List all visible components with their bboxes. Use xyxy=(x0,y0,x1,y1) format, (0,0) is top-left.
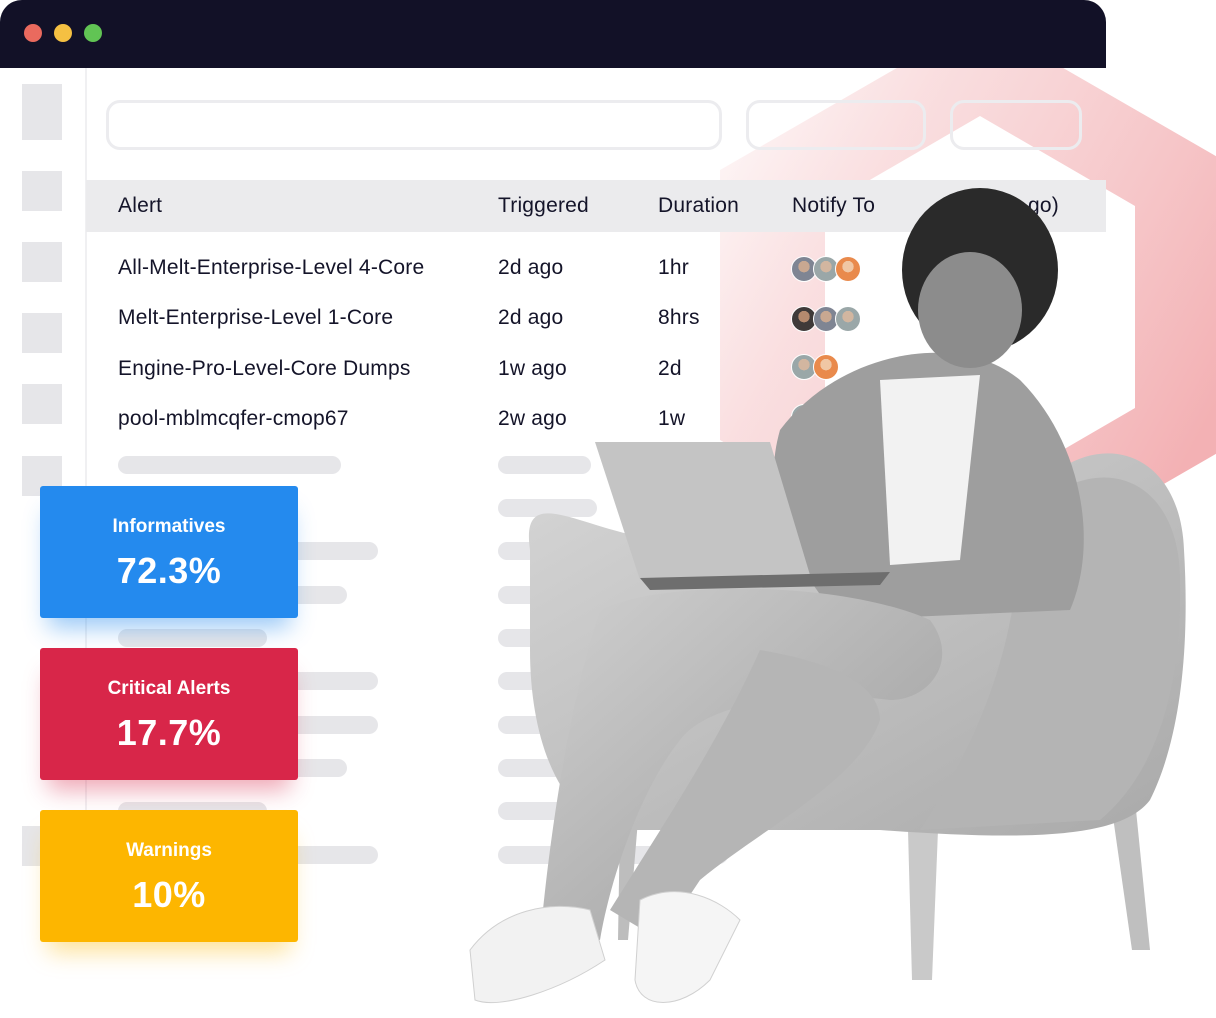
person-with-laptop-illustration xyxy=(469,188,1186,1004)
window-titlebar xyxy=(0,0,1106,68)
stat-value: 17.7% xyxy=(116,712,222,753)
chair-leg xyxy=(1112,810,1150,950)
skeleton-row xyxy=(118,629,267,647)
chair-leg xyxy=(908,830,938,980)
stat-value: 10% xyxy=(132,874,206,915)
stat-card-warnings[interactable]: Warnings 10% xyxy=(40,810,298,942)
table-row-alert[interactable]: All-Melt-Enterprise-Level 4-Core xyxy=(118,256,424,280)
sidebar-item-placeholder[interactable] xyxy=(22,84,62,140)
column-header-alert[interactable]: Alert xyxy=(118,194,162,218)
table-row-alert[interactable]: pool-mblmcqfer-cmop67 xyxy=(118,407,349,431)
stat-label: Informatives xyxy=(112,516,226,537)
stat-label: Critical Alerts xyxy=(107,678,231,699)
shoe xyxy=(469,905,606,1004)
stat-card-informatives[interactable]: Informatives 72.3% xyxy=(40,486,298,618)
search-input[interactable] xyxy=(106,100,722,150)
minimize-window-button[interactable] xyxy=(54,24,72,42)
close-window-button[interactable] xyxy=(24,24,42,42)
sidebar-item-placeholder[interactable] xyxy=(22,171,62,211)
skeleton-row xyxy=(118,456,341,474)
table-row-alert[interactable]: Engine-Pro-Level-Core Dumps xyxy=(118,357,411,381)
stat-label: Warnings xyxy=(126,840,212,861)
table-row-alert[interactable]: Melt-Enterprise-Level 1-Core xyxy=(118,306,393,330)
stat-card-critical-alerts[interactable]: Critical Alerts 17.7% xyxy=(40,648,298,780)
face xyxy=(918,252,1022,368)
sidebar-item-placeholder[interactable] xyxy=(22,384,62,424)
sidebar-item-placeholder[interactable] xyxy=(22,313,62,353)
stat-value: 72.3% xyxy=(116,550,222,591)
shoe xyxy=(634,891,741,1003)
maximize-window-button[interactable] xyxy=(84,24,102,42)
filter-button[interactable] xyxy=(950,100,1082,150)
filter-dropdown[interactable] xyxy=(746,100,926,150)
sidebar-item-placeholder[interactable] xyxy=(22,242,62,282)
